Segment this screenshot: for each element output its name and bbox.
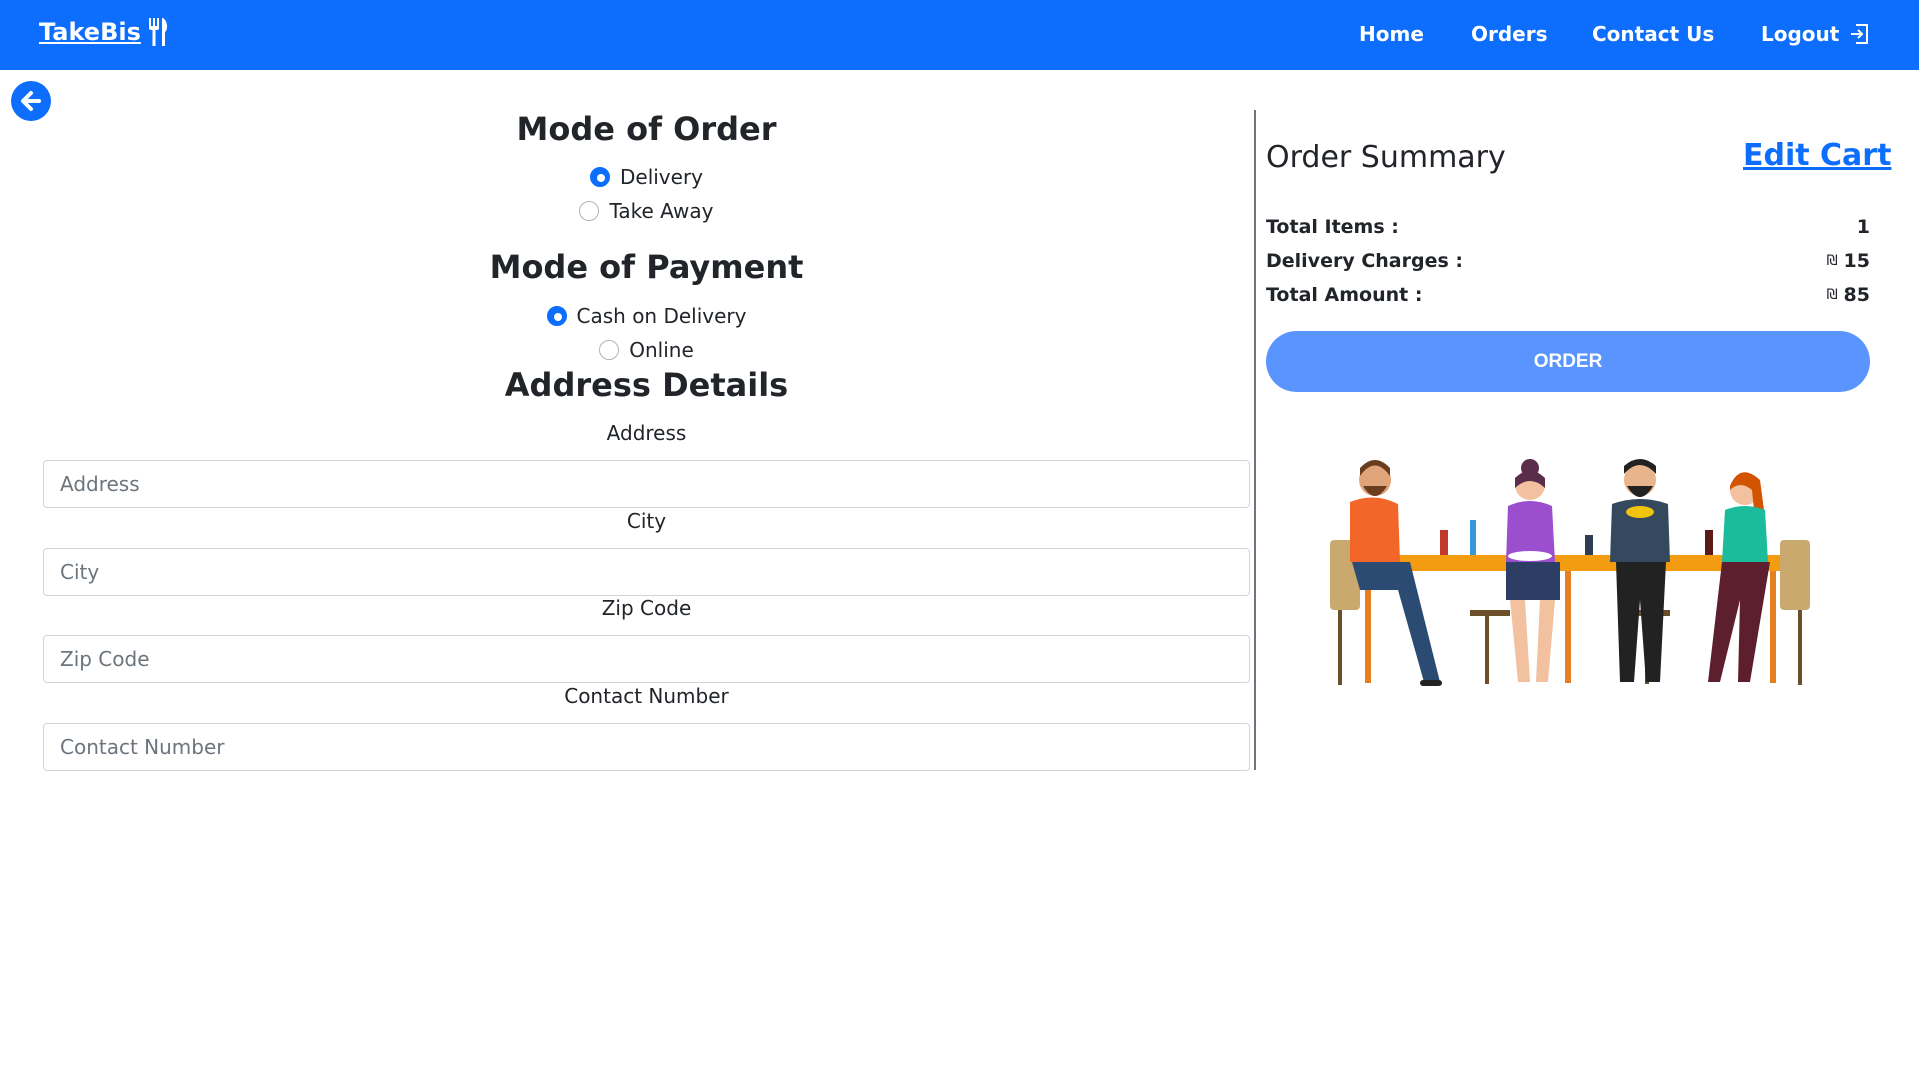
radio-delivery[interactable]: Delivery — [43, 165, 1250, 189]
total-items-row: Total Items : 1 — [1266, 216, 1870, 238]
order-mode-title: Mode of Order — [516, 110, 777, 148]
total-items-label: Total Items : — [1266, 216, 1399, 238]
radio-delivery-label: Delivery — [619, 165, 704, 189]
arrow-left-icon — [21, 91, 41, 111]
radio-cash-input[interactable] — [546, 306, 567, 326]
brand-name[interactable]: TakeBis — [39, 18, 141, 46]
city-input[interactable] — [43, 548, 1250, 596]
nav-contact-us[interactable]: Contact Us — [1592, 22, 1714, 46]
fork-knife-icon — [148, 18, 167, 46]
nav-logout[interactable]: Logout — [1761, 22, 1871, 46]
order-summary-title: Order Summary — [1266, 140, 1506, 175]
radio-cash-label: Cash on Delivery — [576, 304, 747, 328]
delivery-charges-value-wrap: ₪ 15 — [1827, 250, 1870, 272]
zip-code-label: Zip Code — [601, 596, 692, 620]
total-amount-value: 85 — [1843, 284, 1870, 306]
total-amount-row: Total Amount : ₪ 85 — [1266, 284, 1870, 306]
nav-logout-label: Logout — [1761, 22, 1840, 46]
address-label: Address — [606, 421, 687, 445]
radio-online[interactable]: Online — [43, 338, 1250, 362]
radio-delivery-input[interactable] — [589, 167, 610, 187]
radio-cash-on-delivery[interactable]: Cash on Delivery — [43, 304, 1250, 328]
nav-orders[interactable]: Orders — [1471, 22, 1548, 46]
contact-number-input[interactable] — [43, 723, 1250, 771]
column-divider — [1254, 110, 1256, 770]
delivery-charges-label: Delivery Charges : — [1266, 250, 1463, 272]
delivery-currency: ₪ — [1826, 253, 1838, 269]
radio-take-away[interactable]: Take Away — [43, 199, 1250, 223]
total-amount-label: Total Amount : — [1266, 284, 1423, 306]
payment-mode-title: Mode of Payment — [489, 248, 804, 286]
delivery-charges-value: 15 — [1843, 250, 1870, 272]
address-input[interactable] — [43, 460, 1250, 508]
total-amount-value-wrap: ₪ 85 — [1827, 284, 1870, 306]
order-button[interactable]: ORDER — [1266, 331, 1870, 392]
radio-take-away-input[interactable] — [579, 201, 600, 221]
address-details-title: Address Details — [504, 366, 789, 404]
radio-online-label: Online — [629, 338, 694, 362]
zip-code-input[interactable] — [43, 635, 1250, 683]
city-label: City — [626, 509, 667, 533]
total-items-value: 1 — [1856, 216, 1870, 238]
people-dining-illustration — [1330, 459, 1810, 686]
top-navbar: TakeBis Home Orders Contact Us Logout — [0, 0, 1919, 70]
radio-take-away-label: Take Away — [609, 199, 714, 223]
edit-cart-link[interactable]: Edit Cart — [1743, 138, 1891, 173]
contact-number-label: Contact Number — [564, 684, 729, 708]
delivery-charges-row: Delivery Charges : ₪ 15 — [1266, 250, 1870, 272]
nav-home[interactable]: Home — [1359, 22, 1424, 46]
total-currency: ₪ — [1826, 287, 1838, 303]
radio-online-input[interactable] — [599, 340, 620, 360]
logout-icon — [1851, 24, 1869, 44]
brand-logo[interactable]: TakeBis — [39, 18, 169, 46]
